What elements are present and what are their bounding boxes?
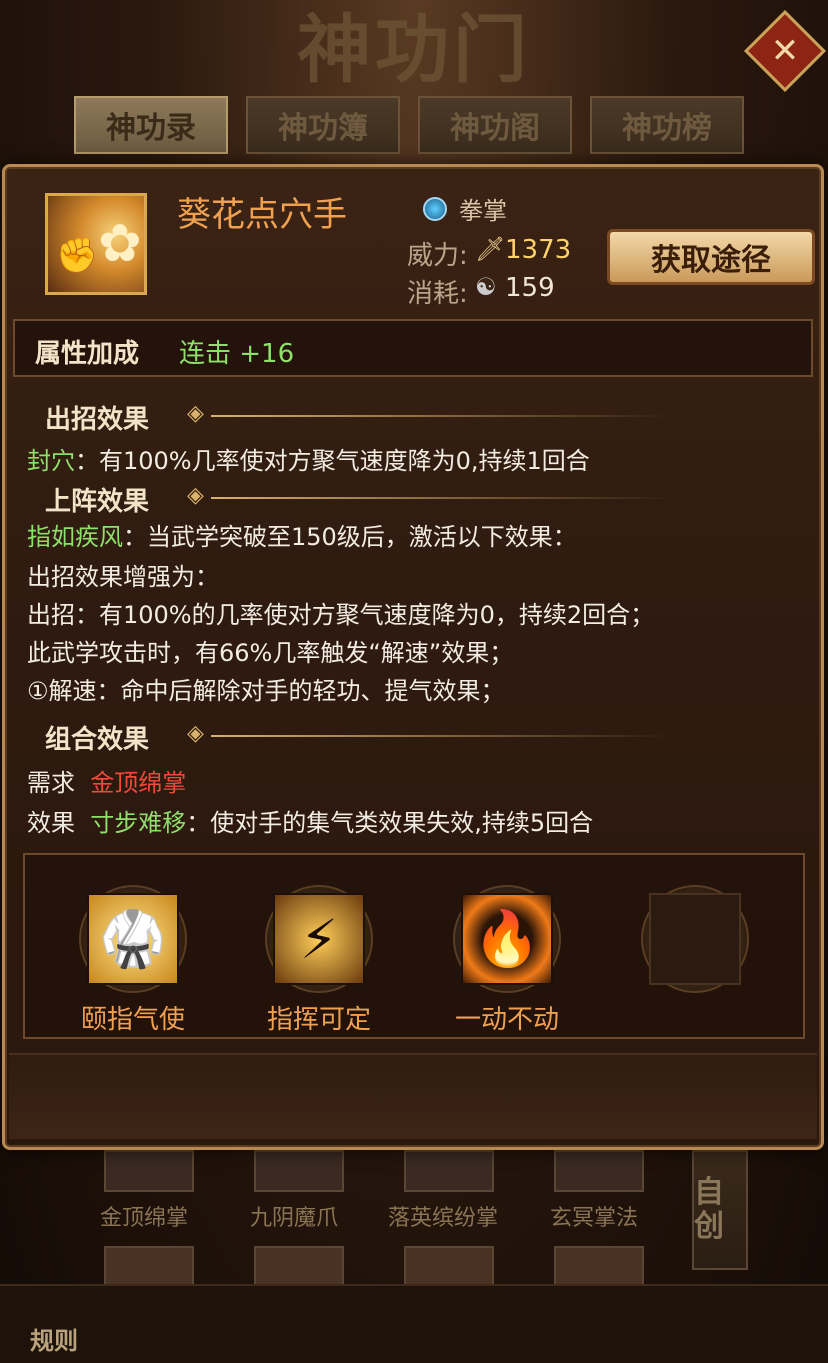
divider <box>211 415 671 417</box>
ornament-icon: ◈ <box>187 721 204 746</box>
lightning-warrior-icon: ⚡ <box>273 893 365 985</box>
combo-slot-label: 颐指气使 <box>80 1005 185 1035</box>
tab-shengongge[interactable]: 神功阁 <box>418 96 572 154</box>
power-label: 威力: <box>407 241 468 271</box>
divider <box>211 497 671 499</box>
power-value: 1373 <box>505 235 572 265</box>
combo-slot-label: 指挥可定 <box>266 1005 371 1035</box>
combo-slot[interactable]: 🔥 <box>453 885 561 993</box>
formation-effect-line: 此武学攻击时，有66%几率触发“解速”效果； <box>27 639 514 667</box>
rules-button[interactable]: 规则 <box>14 1290 94 1356</box>
combo-effect-title: 组合效果 <box>45 725 150 755</box>
combo-slot-empty[interactable] <box>641 885 749 993</box>
skill-thumb[interactable] <box>254 1150 344 1192</box>
tab-shengongbu[interactable]: 神功簿 <box>246 96 400 154</box>
tab-shengonglu[interactable]: 神功录 <box>74 96 228 154</box>
formation-effect-line: 出招：有100%的几率使对方聚气速度降为0，持续2回合； <box>27 601 655 629</box>
formation-effect-line: ①解速：命中后解除对手的轻功、提气效果； <box>27 677 505 705</box>
combo-slot[interactable]: ⚡ <box>265 885 373 993</box>
bottom-bar <box>0 1284 828 1363</box>
combo-slot-label: 一动不动 <box>454 1005 559 1035</box>
ornament-icon: ◈ <box>187 483 204 508</box>
attribute-title: 属性加成 <box>35 339 140 369</box>
cost-label: 消耗: <box>407 279 468 309</box>
kick-silhouette-icon: 🥋 <box>87 893 179 985</box>
skill-list-label: 落英缤纷掌 <box>388 1206 499 1231</box>
fist-type-icon <box>423 197 447 221</box>
skill-list-label: 金顶绵掌 <box>100 1206 189 1231</box>
skill-thumb[interactable] <box>104 1150 194 1192</box>
panel-footer <box>9 1053 817 1139</box>
skill-list-label: 九阴魔爪 <box>250 1206 339 1231</box>
page-title: 神功门 <box>297 7 531 93</box>
formation-effect-line: 指如疾风：当武学突破至150级后，激活以下效果： <box>27 523 577 551</box>
formation-effect-line: 出招效果增强为： <box>27 563 219 591</box>
cost-value: 159 <box>505 273 555 303</box>
skill-detail-panel: ✊ ✿ 葵花点穴手 拳掌 威力: 🗡 1373 消耗: ☯ 159 获取途径 属性… <box>2 164 824 1150</box>
tab-shengongbang[interactable]: 神功榜 <box>590 96 744 154</box>
divider <box>211 735 671 737</box>
empty-slot-icon <box>649 893 741 985</box>
skill-name: 葵花点穴手 <box>177 195 347 235</box>
skill-type: 拳掌 <box>459 197 507 225</box>
acquire-button[interactable]: 获取途径 <box>607 229 815 285</box>
skill-thumb[interactable] <box>404 1150 494 1192</box>
skill-thumb[interactable] <box>554 1150 644 1192</box>
attribute-value: 连击 +16 <box>179 339 295 369</box>
combo-effect-line: 效果 寸步难移：使对手的集气类效果失效,持续5回合 <box>27 809 594 837</box>
skill-list-label: 玄冥掌法 <box>550 1206 639 1231</box>
formation-effect-title: 上阵效果 <box>45 487 150 517</box>
combo-require-line: 需求 金顶绵掌 <box>27 769 187 797</box>
side-tab-custom[interactable]: 自创 <box>692 1150 748 1270</box>
tab-bar: 神功录 神功簿 神功阁 神功榜 <box>74 96 744 154</box>
close-icon: ✕ <box>770 31 800 71</box>
attack-effect-title: 出招效果 <box>45 405 150 435</box>
fire-stance-icon: 🔥 <box>461 893 553 985</box>
attack-effect-line: 封穴：有100%几率使对方聚气速度降为0,持续1回合 <box>27 447 590 475</box>
ornament-icon: ◈ <box>187 401 204 426</box>
yin-yang-icon: ☯ <box>475 273 497 301</box>
sword-icon: 🗡 <box>475 235 506 263</box>
combo-slot[interactable]: 🥋 <box>79 885 187 993</box>
lotus-fist-icon: ✊ ✿ <box>45 193 147 295</box>
